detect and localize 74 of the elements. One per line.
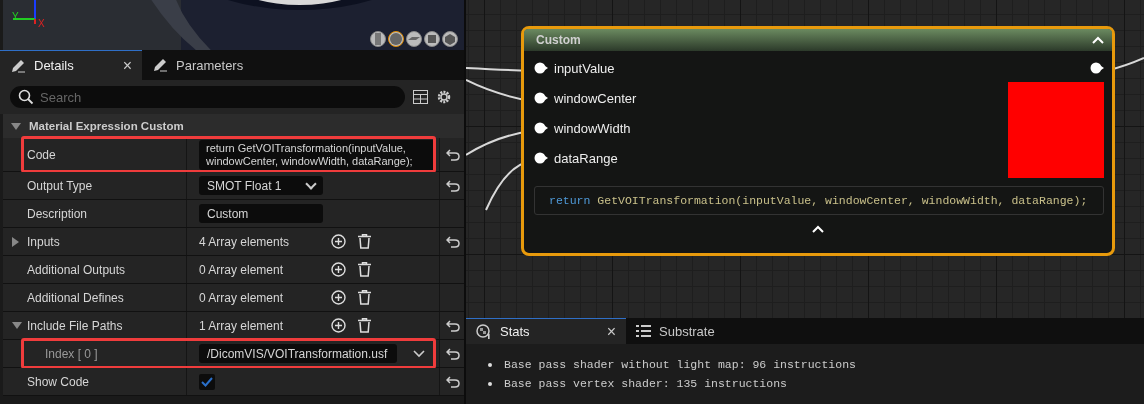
close-icon[interactable]: × [122,56,132,75]
axis-label: X [38,18,45,29]
pin-icon[interactable] [534,62,548,74]
section-title: Material Expression Custom [29,120,184,132]
delete-icon[interactable] [358,234,371,249]
add-icon[interactable] [331,262,346,277]
property-label: Code [27,147,56,162]
delete-icon[interactable] [358,290,371,305]
panel-tab[interactable]: Stats × [466,318,626,344]
expand-arrow-icon[interactable] [12,322,22,329]
property-label: Additional Outputs [27,262,126,277]
collapse-icon[interactable] [1092,36,1104,44]
reset-icon[interactable] [446,148,460,161]
details-tab[interactable]: Parameters [142,50,284,80]
collapse-icon[interactable] [812,225,824,233]
file-path-field[interactable]: /DicomVIS/VOITransformation.usf [199,344,397,363]
property-label: Index [ 0 ] [45,346,98,361]
delete-icon[interactable] [358,262,371,277]
reset-icon[interactable] [446,375,460,388]
code-preview: return GetVOITransformation(inputValue, windowCenter, windowWidth, dataRange); [534,186,1104,215]
array-count: 0 Array element [199,290,285,305]
delete-icon[interactable] [358,318,371,333]
pencil-icon [152,57,168,73]
add-icon[interactable] [331,234,346,249]
stat-line: Base pass shader without light map: 96 instructions [504,358,856,371]
section-header[interactable]: Material Expression Custom [3,114,464,138]
details-tab[interactable]: Details × [0,50,142,80]
bullet-icon [488,362,492,367]
pin-icon[interactable] [534,152,548,164]
table-view-icon[interactable] [413,90,428,104]
array-count: 1 Array element [199,318,285,333]
plane-icon[interactable] [406,31,422,47]
pin-icon[interactable] [1090,62,1104,74]
property-label: Additional Defines [27,290,124,305]
pencil-icon [10,57,26,74]
pin-icon[interactable] [534,92,548,104]
custom-node[interactable]: Custom inputValue windowCenter windowWidth dataRange return GetVOITransformation(inputValue, windowCenter, windowWidth, dataRange); [521,26,1115,256]
description-field[interactable]: Custom [199,204,323,223]
array-count: 0 Array element [199,262,285,277]
add-icon[interactable] [331,318,346,333]
property-label: Description [27,206,88,221]
property-label: Output Type [27,178,93,193]
add-icon[interactable] [331,290,346,305]
close-icon[interactable]: × [606,322,616,341]
stat-line: Base pass vertex shader: 135 instructions [504,377,787,390]
bullet-icon [488,381,492,386]
expand-arrow-icon[interactable] [11,122,21,130]
pin-icon[interactable] [534,122,548,134]
sphere-icon[interactable] [388,31,404,47]
reset-icon[interactable] [446,235,460,248]
search-icon [18,89,34,105]
pin-label: windowWidth [554,120,631,136]
output-type-dropdown[interactable]: SMOT Float 1 [199,176,323,195]
reset-icon[interactable] [446,347,460,360]
checkbox[interactable] [199,373,215,390]
pin-label: windowCenter [554,90,637,106]
stats-icon [476,323,492,340]
array-count: 4 Array elements [199,234,291,249]
property-label: Include File Paths [27,318,123,333]
panel-tab[interactable]: Substrate [626,318,786,344]
code-field[interactable]: return GetVOITransformation(inputValue, windowCenter, windowWidth, dataRange); [199,139,435,170]
pin-label: dataRange [554,150,618,166]
search-field[interactable]: Search [10,86,405,108]
property-label: Show Code [27,374,90,389]
reset-icon[interactable] [446,179,460,192]
pin-label: inputValue [554,60,615,76]
list-icon [636,324,651,338]
reset-icon[interactable] [446,319,460,332]
expand-arrow-icon[interactable] [12,236,19,247]
cylinder-icon[interactable] [370,31,386,47]
node-title: Custom [536,33,581,47]
property-label: Inputs [27,234,60,249]
cube-icon[interactable] [424,31,440,47]
settings-icon[interactable] [436,89,452,105]
